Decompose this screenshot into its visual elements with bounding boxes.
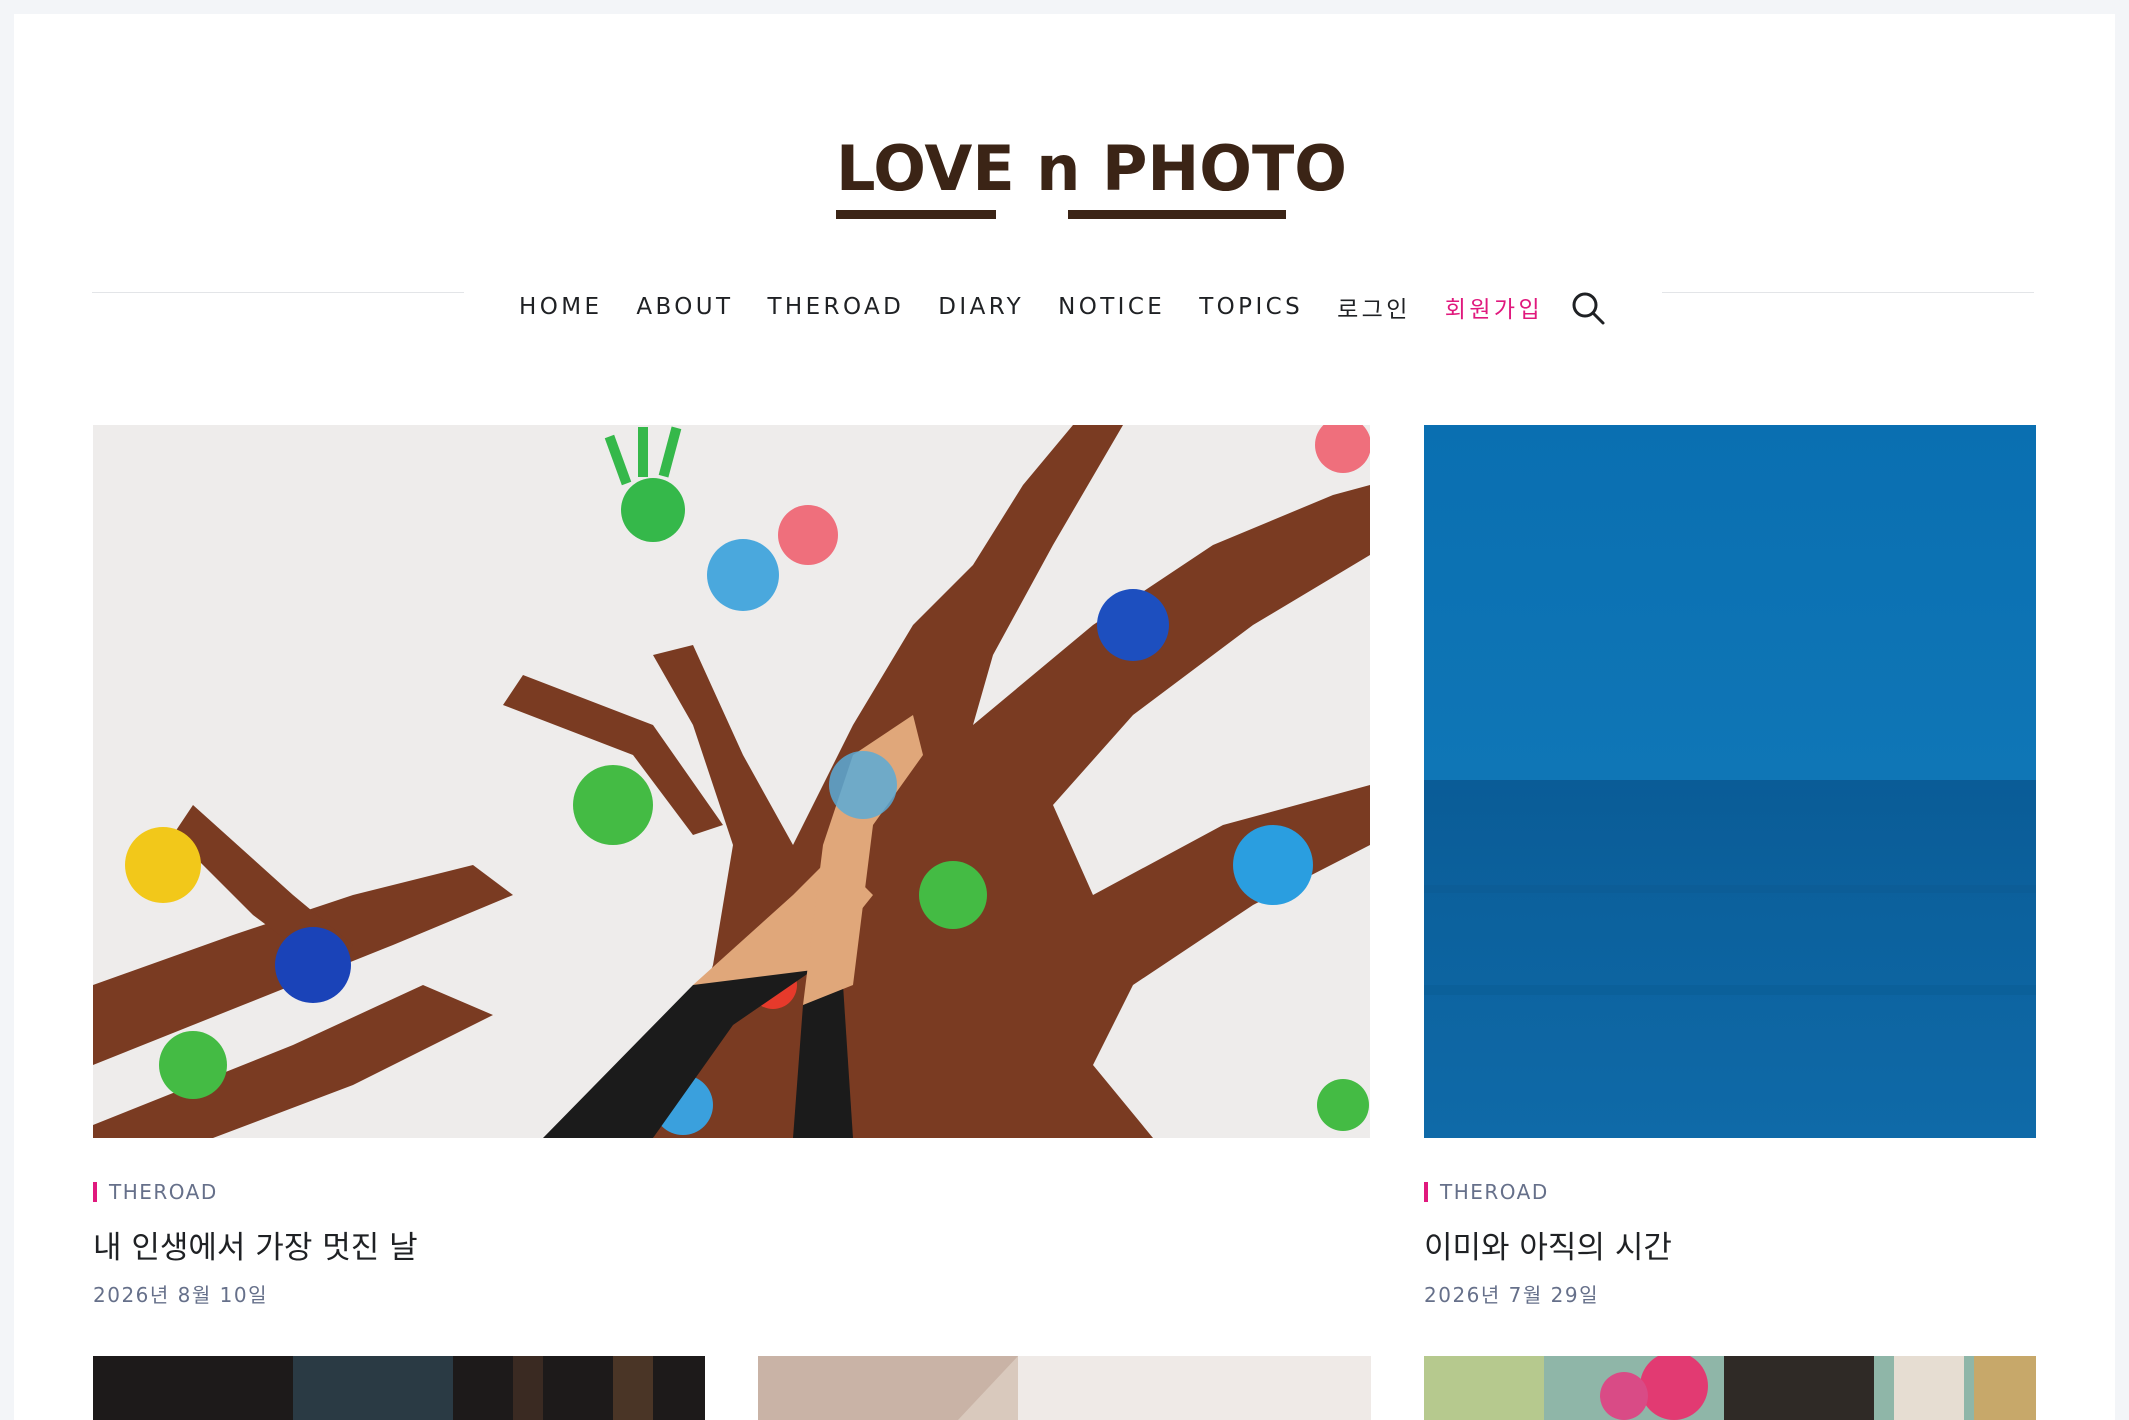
post-date: 2026년 7월 29일 bbox=[1424, 1283, 1599, 1307]
nav-list: HOME ABOUT THEROAD DIARY NOTICE TOPICS 로… bbox=[519, 282, 1577, 332]
post-image-handprint-mural[interactable] bbox=[93, 425, 1370, 1138]
post-title[interactable]: 내 인생에서 가장 멋진 날 bbox=[93, 1228, 418, 1268]
site-logo[interactable]: LOVE n PHOTO bbox=[836, 134, 1347, 226]
post-title[interactable]: 이미와 아직의 시간 bbox=[1424, 1228, 1672, 1268]
post-thumbnail-dark-interior[interactable] bbox=[93, 1356, 705, 1420]
logo-text[interactable]: LOVE n PHOTO bbox=[836, 134, 1347, 204]
nav-item-diary[interactable]: DIARY bbox=[938, 294, 1024, 320]
dark-interior-image bbox=[93, 1356, 705, 1420]
post-thumbnail-soft-fabric[interactable] bbox=[758, 1356, 1371, 1420]
main-navigation: HOME ABOUT THEROAD DIARY NOTICE TOPICS 로… bbox=[14, 282, 2115, 332]
page: LOVE n PHOTO HOME ABOUT THEROAD DIARY NO… bbox=[14, 14, 2115, 1420]
nav-item-theroad[interactable]: THEROAD bbox=[767, 294, 904, 320]
post-category[interactable]: THEROAD bbox=[93, 1180, 218, 1204]
nav-item-notice[interactable]: NOTICE bbox=[1058, 294, 1165, 320]
post-image-blue-ocean[interactable] bbox=[1424, 425, 2036, 1138]
nav-item-topics[interactable]: TOPICS bbox=[1199, 294, 1303, 320]
nav-item-signup[interactable]: 회원가입 bbox=[1445, 290, 1543, 324]
nav-item-home[interactable]: HOME bbox=[519, 294, 602, 320]
logo-underline-right bbox=[1068, 210, 1286, 219]
post-category[interactable]: THEROAD bbox=[1424, 1180, 1549, 1204]
blue-ocean-horizon-image bbox=[1424, 425, 2036, 1138]
post-thumbnail-flower-shop[interactable] bbox=[1424, 1356, 2036, 1420]
flower-shop-image bbox=[1424, 1356, 2036, 1420]
handprint-tree-mural-image bbox=[93, 425, 1370, 1138]
logo-underline-left bbox=[836, 210, 996, 219]
soft-fabric-image bbox=[758, 1356, 1371, 1420]
nav-item-about[interactable]: ABOUT bbox=[636, 294, 733, 320]
nav-item-login[interactable]: 로그인 bbox=[1337, 290, 1411, 324]
search-icon[interactable] bbox=[1570, 290, 1606, 326]
post-date: 2026년 8월 10일 bbox=[93, 1283, 268, 1307]
